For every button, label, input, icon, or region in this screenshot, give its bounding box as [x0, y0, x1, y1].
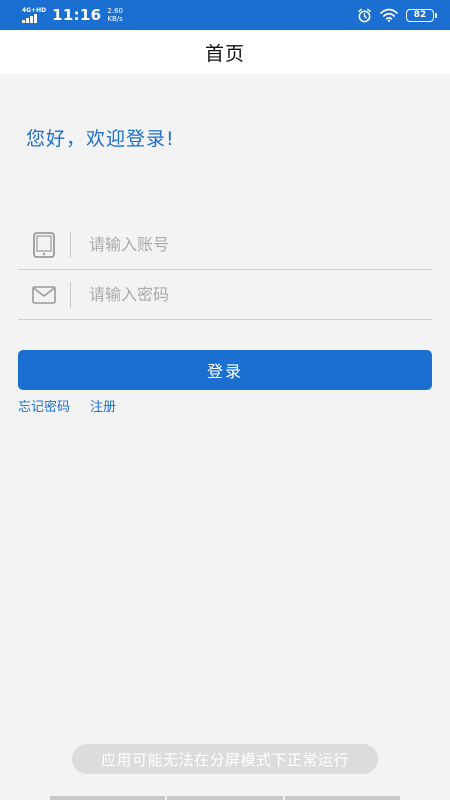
- welcome-text: 您好，欢迎登录!: [26, 128, 175, 150]
- mail-icon: [18, 270, 70, 319]
- page-title: 首页: [204, 42, 245, 65]
- account-input[interactable]: [89, 235, 432, 254]
- split-screen-toast: 应用可能无法在分屏模式下正常运行: [72, 744, 378, 774]
- status-bar-left: 4G+HD 11:16 2.60 KB/s: [22, 6, 123, 24]
- forgot-password-link[interactable]: 忘记密码: [18, 396, 70, 415]
- password-input[interactable]: [89, 285, 432, 304]
- phone-icon: [18, 220, 70, 269]
- status-bar: 4G+HD 11:16 2.60 KB/s 82: [0, 0, 450, 30]
- alarm-icon: [358, 8, 371, 22]
- status-time: 11:16: [52, 6, 102, 24]
- network-speed-value: 2.60: [107, 7, 123, 15]
- wifi-icon: [380, 8, 398, 22]
- field-divider: [70, 281, 71, 308]
- password-field: [18, 270, 432, 320]
- login-button[interactable]: 登录: [18, 350, 432, 390]
- field-divider: [70, 231, 71, 258]
- auth-links: 忘记密码 注册: [18, 396, 116, 415]
- account-field: [18, 220, 432, 270]
- battery-icon: 82: [406, 8, 437, 22]
- status-bar-right: 82: [357, 8, 437, 23]
- signal-icon: 4G+HD: [22, 7, 46, 23]
- battery-level: 82: [413, 10, 427, 20]
- register-link[interactable]: 注册: [90, 396, 116, 415]
- navigation-gesture-bar[interactable]: [50, 796, 400, 800]
- header: 首页: [0, 30, 450, 74]
- network-speed-unit: KB/s: [107, 15, 123, 23]
- network-speed: 2.60 KB/s: [107, 7, 123, 23]
